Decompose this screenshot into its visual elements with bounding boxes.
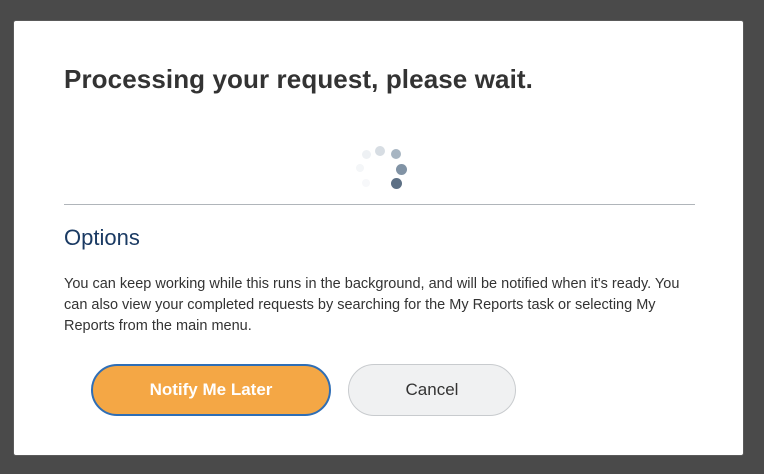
divider <box>64 204 695 205</box>
spinner-dot <box>375 146 385 156</box>
spinner-dot <box>356 164 364 172</box>
spinner-dot <box>391 178 402 189</box>
spinner-dot <box>391 149 401 159</box>
spinner-dot <box>362 179 370 187</box>
spinner-dot <box>396 164 407 175</box>
dialog-title: Processing your request, please wait. <box>64 64 533 94</box>
processing-dialog: Processing your request, please wait. Op… <box>14 21 743 455</box>
options-description: You can keep working while this runs in … <box>64 276 680 334</box>
spinner-dot <box>362 150 371 159</box>
notify-me-later-button[interactable]: Notify Me Later <box>91 364 331 416</box>
options-heading: Options <box>64 225 140 250</box>
loading-spinner-icon <box>350 139 410 193</box>
cancel-button[interactable]: Cancel <box>348 364 516 416</box>
